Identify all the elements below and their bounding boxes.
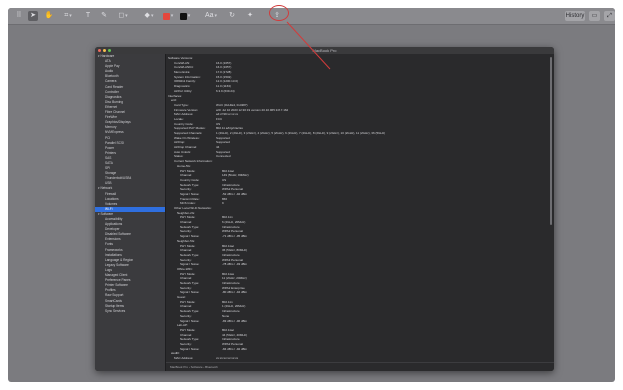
chevron-down-icon: ▾ (125, 13, 128, 19)
pen-icon: ✎ (101, 12, 107, 19)
sidebar: ▾ Hardware ATA Apple Pay Audio Bluetooth Came… (95, 54, 166, 371)
wand-button[interactable]: ✦ (245, 11, 255, 21)
toolbar: ⠿ ➤ ✋ ⌗ ▾ T ✎ ◻ ▾ ◆ ▾ ▾ ▾ Aa ▾ ↻ ✦ ⇪ History ▭ ⤢ (8, 8, 615, 25)
view-toggle-icon[interactable]: ▭ (589, 11, 600, 21)
fullscreen-icon[interactable]: ⤢ (604, 11, 615, 21)
preview-window: ⠿ ➤ ✋ ⌗ ▾ T ✎ ◻ ▾ ◆ ▾ ▾ ▾ Aa ▾ ↻ ✦ ⇪ History ▭ ⤢ MacBook Pro… (8, 8, 615, 382)
text-icon: T (85, 12, 91, 19)
fill-color-icon (179, 12, 187, 20)
window-title: MacBook Pro (95, 47, 554, 54)
chevron-down-icon: ▾ (150, 13, 154, 19)
font-size-button[interactable]: Aa ▾ (203, 11, 219, 21)
system-information-window: MacBook Pro ▾ Hardware ATA Apple Pay Audio B… (95, 47, 554, 371)
annotation-circle (269, 5, 289, 21)
hand-icon: ✋ (44, 12, 54, 19)
font-size-icon: Aa (204, 12, 214, 19)
shape-button[interactable]: ◻ ▾ (116, 11, 130, 21)
minimize-icon[interactable] (103, 49, 106, 52)
chevron-down-icon: ▾ (69, 13, 72, 19)
crop-icon: ⌗ (64, 12, 69, 19)
arrow-cursor-icon: ➤ (30, 12, 36, 19)
wand-icon: ✦ (247, 12, 253, 19)
chevron-down-icon: ▾ (214, 13, 218, 19)
text-button[interactable]: T (83, 11, 93, 21)
detail-pane: Software Versions: CoreWLAN: 16.0 (1657) Co… (166, 54, 554, 363)
chevron-down-icon: ▾ (187, 13, 191, 19)
chevron-down-icon: ▾ (170, 13, 174, 19)
arrow-cursor-button[interactable]: ➤ (28, 11, 38, 21)
sidebar-item[interactable]: Sync Services (95, 309, 165, 314)
drag-button[interactable]: ⠿ (14, 11, 24, 21)
rotate-button[interactable]: ↻ (227, 11, 237, 21)
path-bar: MacBook Pro › Software › Bluetooth (166, 362, 554, 371)
drag-icon: ⠿ (16, 12, 22, 19)
crop-button[interactable]: ⌗ ▾ (61, 11, 75, 21)
zoom-icon[interactable] (108, 49, 111, 52)
scrollbar[interactable] (550, 57, 552, 225)
history-button[interactable]: History (565, 11, 585, 21)
hand-button[interactable]: ✋ (44, 11, 54, 21)
close-icon[interactable] (98, 49, 101, 52)
fill-icon: ◆ (144, 12, 150, 19)
fill-color-button[interactable]: ▾ (178, 11, 192, 21)
rotate-icon: ↻ (229, 12, 235, 19)
fill-button[interactable]: ◆ ▾ (142, 11, 156, 21)
stroke-color-button[interactable]: ▾ (161, 11, 175, 21)
shape-icon: ◻ (118, 12, 125, 19)
pen-button[interactable]: ✎ (99, 11, 109, 21)
stroke-color-icon (162, 12, 170, 20)
